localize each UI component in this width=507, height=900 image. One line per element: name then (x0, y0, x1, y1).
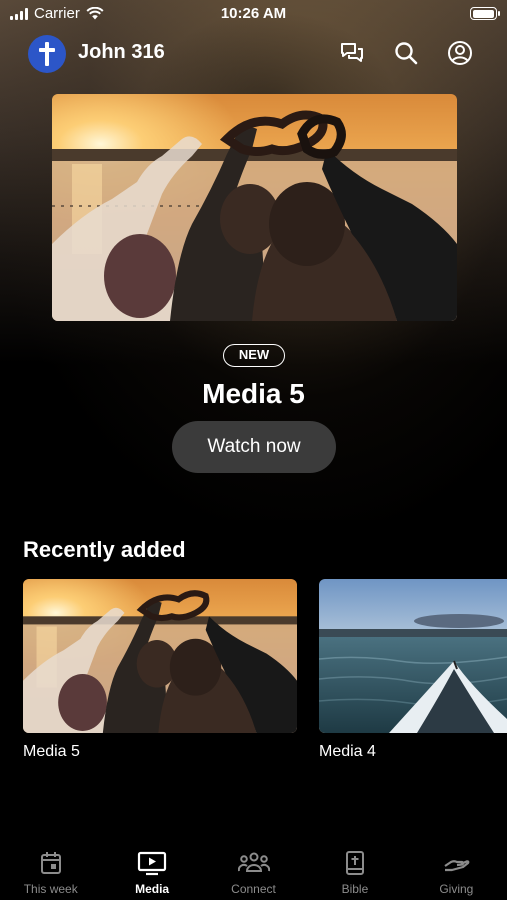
battery-icon (470, 7, 500, 20)
tab-label: This week (23, 882, 78, 896)
tab-connect[interactable]: Connect (203, 840, 304, 900)
tab-label: Bible (341, 882, 369, 896)
tab-media[interactable]: Media (101, 840, 202, 900)
media-thumbnail[interactable] (319, 579, 507, 733)
search-icon[interactable] (391, 38, 421, 68)
media-card[interactable]: Media 4 (319, 579, 507, 769)
media-thumbnail[interactable] (23, 579, 297, 733)
hero-image[interactable] (52, 94, 457, 321)
calendar-icon (40, 852, 61, 874)
app-header: John 316 (0, 32, 507, 76)
tab-giving[interactable]: Giving (406, 840, 507, 900)
media-card[interactable]: Media 5 (23, 579, 297, 769)
tab-bar: This week Media Connect Bible Giving (0, 840, 507, 900)
tab-label: Media (135, 882, 170, 896)
watch-now-button[interactable]: Watch now (172, 421, 336, 473)
giving-hand-icon (444, 860, 470, 872)
tab-bible[interactable]: Bible (304, 840, 405, 900)
bible-icon (345, 851, 364, 875)
tv-play-icon (138, 851, 167, 876)
section-title-recently-added: Recently added (23, 537, 186, 562)
tab-this-week[interactable]: This week (0, 840, 101, 900)
status-bar: Carrier 10:26 AM (0, 0, 507, 28)
tab-label: Connect (231, 882, 276, 896)
tab-label: Giving (439, 882, 474, 896)
status-time: 10:26 AM (220, 5, 287, 22)
app-title: John 316 (78, 41, 165, 63)
messages-icon[interactable] (337, 38, 367, 68)
new-badge: NEW (223, 344, 285, 367)
cross-icon[interactable] (28, 35, 66, 73)
media-card-label: Media 5 (23, 743, 80, 760)
profile-icon[interactable] (445, 38, 475, 68)
group-icon (237, 852, 270, 872)
media-card-label: Media 4 (319, 743, 376, 760)
hero-title: Media 5 (202, 378, 305, 409)
